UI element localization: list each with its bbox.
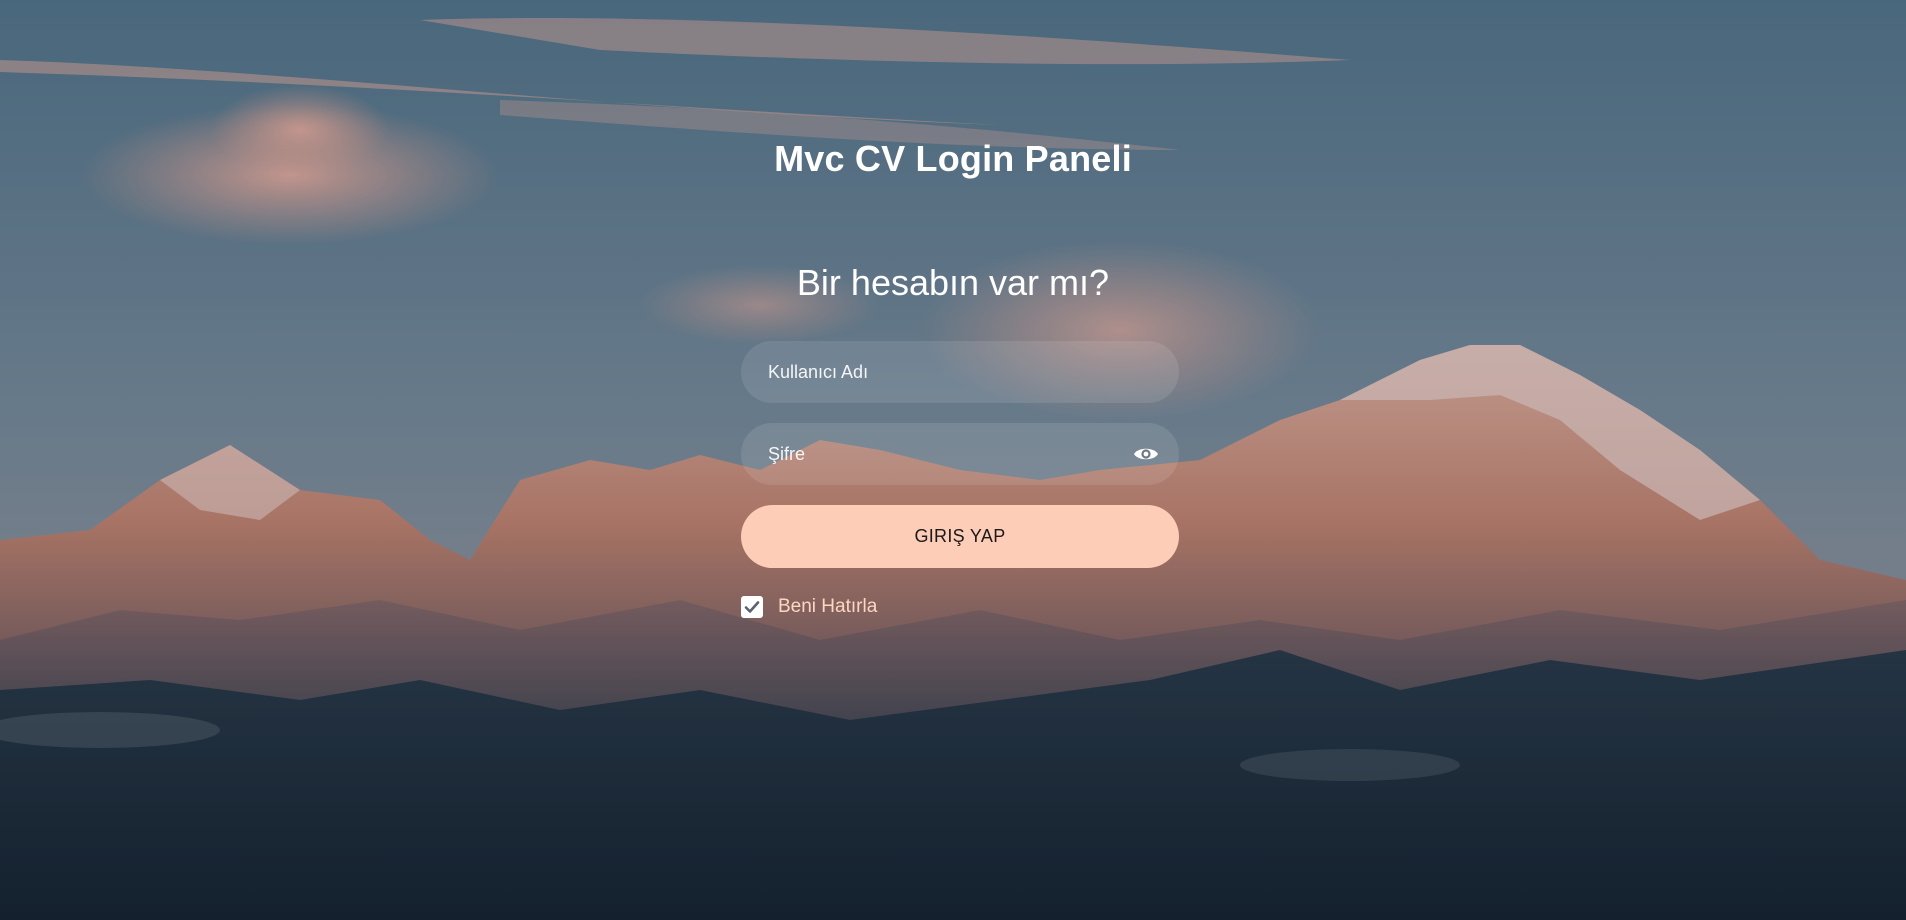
login-panel: Mvc CV Login Paneli Bir hesabın var mı? … [0,0,1906,920]
eye-icon[interactable] [1133,442,1159,466]
login-page: Mvc CV Login Paneli Bir hesabın var mı? … [0,0,1906,920]
login-button[interactable]: GIRIŞ YAP [741,505,1179,568]
page-title: Mvc CV Login Paneli [774,138,1132,179]
password-input[interactable] [741,423,1179,485]
checkbox-checked-icon[interactable] [741,596,763,618]
form-heading: Bir hesabın var mı? [796,262,1110,303]
remember-me-checkbox[interactable]: Beni Hatırla [741,593,877,621]
remember-me-label: Beni Hatırla [778,596,878,617]
username-input[interactable] [741,341,1179,403]
username-field[interactable] [741,341,1179,403]
password-field[interactable] [741,423,1179,485]
